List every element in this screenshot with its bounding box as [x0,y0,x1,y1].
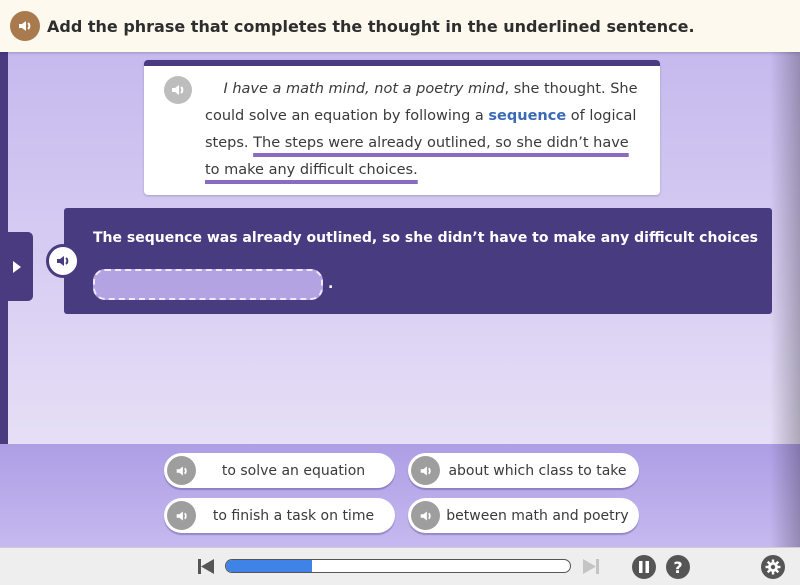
choice-audio-button[interactable] [167,456,196,485]
question-audio-button[interactable] [46,244,80,278]
question-panel: The sequence was already outlined, so sh… [64,208,772,314]
progress-fill [226,560,312,572]
question-sentence: The sequence was already outlined, so sh… [93,230,758,246]
gear-icon [765,559,781,575]
help-icon: ? [673,557,683,577]
passage-text: I have a math mind, not a poetry mind, s… [205,76,645,184]
play-triangle-icon [12,260,21,273]
choice-tile[interactable]: between math and poetry [408,498,639,533]
instruction-audio-button[interactable] [10,11,40,41]
choice-label: to finish a task on time [212,507,375,524]
choice-audio-button[interactable] [411,501,440,530]
pause-icon [639,561,649,573]
skip-back-icon [198,559,214,574]
choice-label: about which class to take [448,462,627,479]
settings-button[interactable] [761,555,785,579]
choice-audio-button[interactable] [167,501,196,530]
side-panel-toggle[interactable] [0,232,33,301]
speaker-icon [176,511,187,520]
skip-forward-icon [583,559,599,574]
bottom-toolbar: ? [0,547,800,585]
choice-tile[interactable]: about which class to take [408,453,639,488]
speaker-icon [420,511,431,520]
choice-tile[interactable]: to solve an equation [164,453,395,488]
speaker-icon [420,466,431,475]
passage-audio-button[interactable] [164,76,192,104]
vocab-word-link[interactable]: sequence [488,108,566,124]
ending-punctuation: . [328,276,334,292]
underlined-sentence: The steps were already outlined, so she … [205,135,629,178]
instruction-header: Add the phrase that completes the though… [0,0,800,52]
progress-bar [225,559,571,573]
choice-audio-button[interactable] [411,456,440,485]
passage-card: I have a math mind, not a poetry mind, s… [144,60,660,195]
passage-italic-thought: I have a math mind, not a poetry mind [223,81,505,97]
speaker-icon [57,256,69,266]
help-button[interactable]: ? [666,555,690,579]
choice-tile[interactable]: to finish a task on time [164,498,395,533]
next-button[interactable] [582,558,600,579]
answer-drop-zone[interactable] [93,269,323,300]
previous-button[interactable] [197,558,215,579]
instruction-text: Add the phrase that completes the though… [47,16,695,36]
pause-button[interactable] [632,555,656,579]
answer-choices-tray [0,444,800,547]
speaker-icon [176,466,187,475]
speaker-icon [172,85,184,95]
choice-label: to solve an equation [221,462,366,479]
choice-label: between math and poetry [446,507,629,524]
speaker-icon [19,21,31,31]
